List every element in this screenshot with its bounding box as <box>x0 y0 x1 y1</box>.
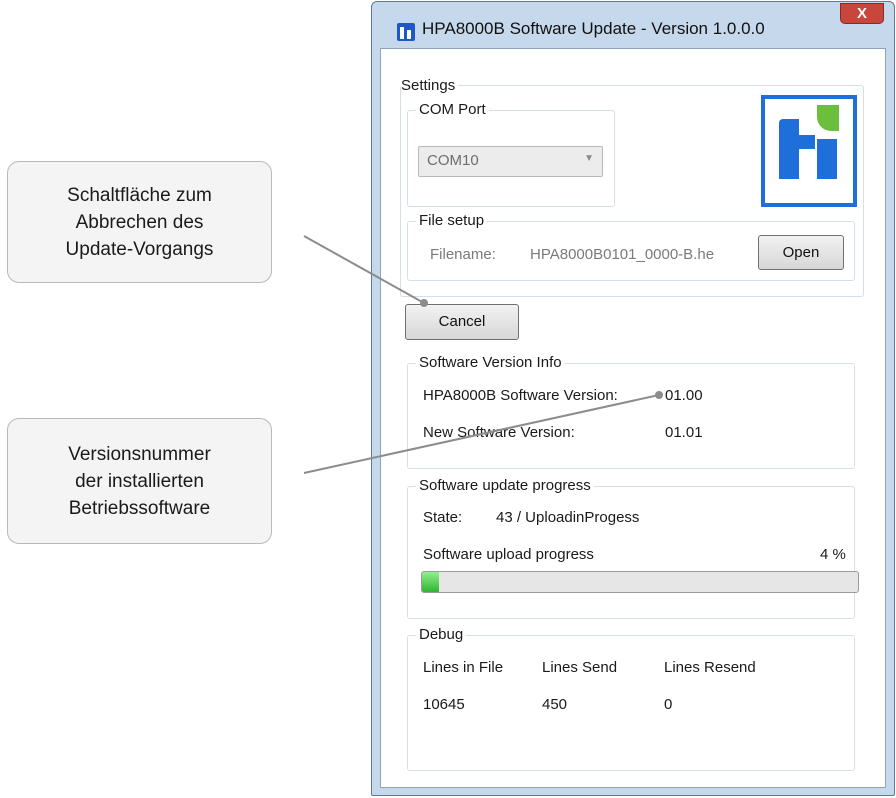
installed-version-label: HPA8000B Software Version: <box>423 387 618 404</box>
version-info-title: Software Version Info <box>416 353 565 373</box>
settings-title: Settings <box>401 76 459 96</box>
new-version-label: New Software Version: <box>423 424 575 441</box>
debug-header-lines-send: Lines Send <box>542 659 618 676</box>
callout-line: Versionsnummer <box>68 443 211 465</box>
title-bar[interactable]: HPA8000B Software Update - Version 1.0.0… <box>372 2 894 48</box>
state-value: 43 / UploadinProgess <box>496 509 640 526</box>
file-setup-title: File setup <box>416 211 488 231</box>
filename-label: Filename: <box>430 246 496 263</box>
com-port-value: COM10 <box>427 152 479 169</box>
debug-value-lines-in-file: 10645 <box>423 696 465 713</box>
window-content: Settings COM Port COM10 ▼ File setup Fil… <box>380 48 886 788</box>
callout-line: der installierten <box>75 470 204 492</box>
callout-line: Schaltfläche zum <box>67 184 212 206</box>
filename-value: HPA8000B0101_0000-B.he <box>530 246 715 263</box>
new-version-value: 01.01 <box>665 424 703 441</box>
app-logo-icon <box>397 23 415 41</box>
callout-version-explanation: Versionsnummer der installierten Betrieb… <box>7 418 272 544</box>
debug-group: Debug <box>407 625 855 771</box>
debug-header-lines-in-file: Lines in File <box>423 659 504 676</box>
upload-progress-fill <box>422 572 440 592</box>
brand-logo <box>761 95 857 207</box>
callout-line: Update-Vorgangs <box>65 238 214 260</box>
callout-line: Abbrechen des <box>75 211 204 233</box>
state-label: State: <box>423 509 463 526</box>
upload-progress-bar <box>421 571 859 593</box>
version-info-group: Software Version Info <box>407 353 855 469</box>
callout-line: Betriebssoftware <box>68 497 211 519</box>
cancel-button[interactable]: Cancel <box>405 304 519 340</box>
chevron-down-icon: ▼ <box>584 153 594 164</box>
debug-header-lines-resend: Lines Resend <box>664 659 756 676</box>
upload-progress-label: Software upload progress <box>423 546 594 563</box>
window-title: HPA8000B Software Update - Version 1.0.0… <box>422 19 765 38</box>
update-window: HPA8000B Software Update - Version 1.0.0… <box>371 1 895 796</box>
callout-cancel-explanation: Schaltfläche zum Abbrechen des Update-Vo… <box>7 161 272 283</box>
update-progress-title: Software update progress <box>416 476 594 496</box>
upload-progress-percent: 4 % <box>820 546 846 563</box>
debug-value-lines-send: 450 <box>542 696 568 713</box>
open-button[interactable]: Open <box>758 235 844 270</box>
com-port-title: COM Port <box>416 100 489 120</box>
com-port-select[interactable]: COM10 ▼ <box>418 146 603 177</box>
installed-version-value: 01.00 <box>665 387 703 404</box>
close-button[interactable]: X <box>840 3 884 24</box>
debug-value-lines-resend: 0 <box>664 696 673 713</box>
debug-title: Debug <box>416 625 467 645</box>
